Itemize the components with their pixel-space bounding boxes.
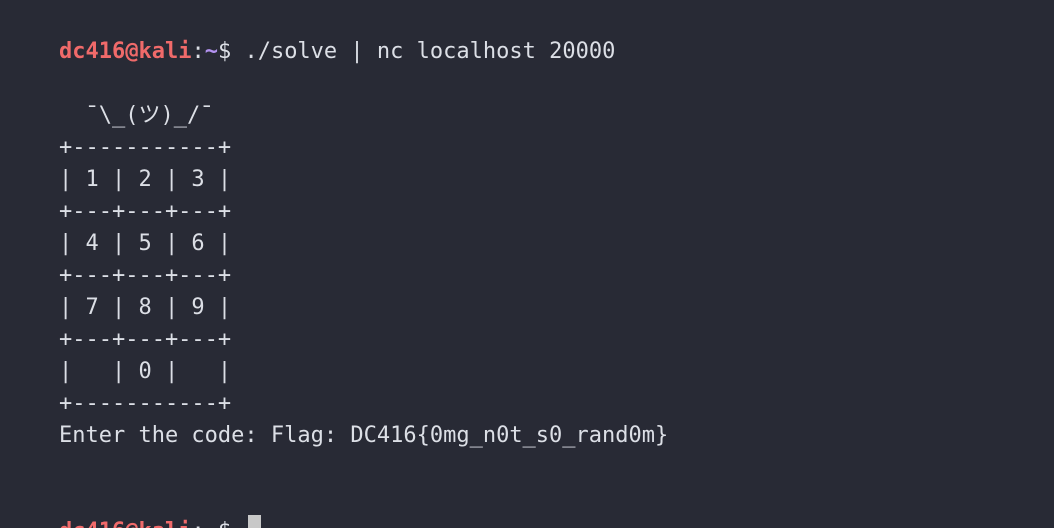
prompt-host: kali: [138, 39, 192, 64]
prompt-at: @: [125, 519, 138, 528]
prompt-host: kali: [138, 519, 191, 528]
output-line-shrug: ¯\_(ツ)_/¯: [6, 103, 214, 128]
output-line-keypad-top: +-----------+: [6, 135, 232, 160]
prompt-user: dc416: [58, 39, 126, 64]
text-cursor[interactable]: [248, 515, 262, 528]
prompt-colon: :: [191, 519, 204, 528]
prompt-at: @: [125, 39, 139, 64]
prompt-line-2[interactable]: dc416@kali:~$: [6, 484, 262, 528]
output-line-keypad-sep-3: +---+---+---+: [6, 327, 232, 352]
terminal-window[interactable]: dc416@kali:~$ ./solve | nc localhost 200…: [0, 0, 1054, 528]
prompt-user: dc416: [59, 519, 125, 528]
prompt-path: ~: [204, 39, 218, 64]
output-line-keypad-row-2: | 4 | 5 | 6 |: [6, 231, 232, 256]
output-line-keypad-sep-2: +---+---+---+: [6, 263, 232, 288]
prompt-colon: :: [191, 39, 205, 64]
prompt-path: ~: [205, 519, 218, 528]
output-line-flag: Enter the code: Flag: DC416{0mg_n0t_s0_r…: [6, 423, 669, 448]
prompt-symbol: $: [217, 39, 245, 64]
output-line-keypad-row-4: | | 0 | |: [6, 359, 232, 384]
command-text: ./solve | nc localhost 20000: [244, 39, 616, 64]
output-line-keypad-row-3: | 7 | 8 | 9 |: [6, 295, 232, 320]
prompt-symbol: $: [218, 519, 245, 528]
output-line-keypad-row-1: | 1 | 2 | 3 |: [6, 167, 232, 192]
output-line-keypad-bottom: +-----------+: [6, 391, 232, 416]
output-line-keypad-sep-1: +---+---+---+: [6, 199, 232, 224]
prompt-line-1: dc416@kali:~$ ./solve | nc localhost 200…: [6, 4, 615, 64]
